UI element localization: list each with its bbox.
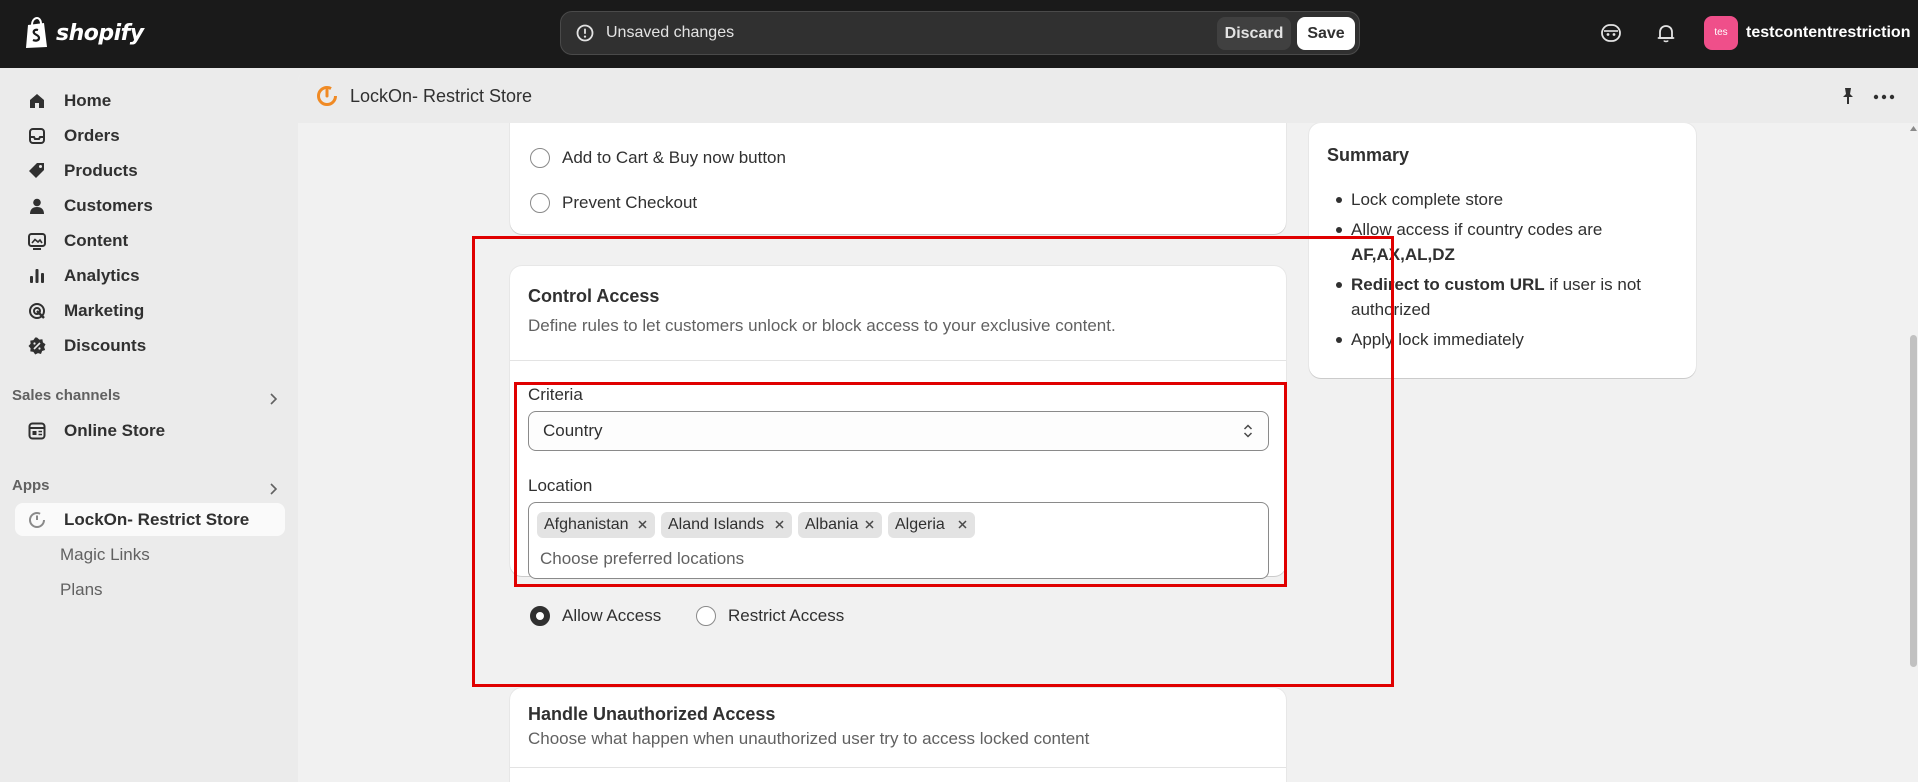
- unsaved-changes-text: Unsaved changes: [606, 24, 735, 41]
- sidebar-item-label: Products: [64, 160, 138, 180]
- bell-icon[interactable]: [1654, 21, 1678, 45]
- chevron-right-icon[interactable]: [268, 392, 278, 406]
- sidebar: Home Orders Products Customers Content A…: [0, 68, 298, 782]
- sidebar-item-content[interactable]: Content: [15, 224, 285, 257]
- shopify-logo[interactable]: shopify: [24, 17, 144, 49]
- brand-name: shopify: [56, 20, 144, 46]
- sidebar-item-products[interactable]: Products: [15, 154, 285, 187]
- radio-add-to-cart[interactable]: [530, 148, 550, 168]
- unauthorized-access-card: Handle Unauthorized Access Choose what h…: [510, 688, 1286, 782]
- apps-header[interactable]: Apps: [12, 477, 50, 494]
- unauthorized-title: Handle Unauthorized Access: [528, 704, 776, 724]
- sidebar-item-lockon-app[interactable]: LockOn- Restrict Store: [15, 503, 285, 536]
- option-label: Prevent Checkout: [562, 193, 698, 212]
- discard-button[interactable]: Discard: [1217, 17, 1291, 50]
- sidebar-item-label: Customers: [64, 195, 153, 215]
- target-icon: [29, 302, 45, 319]
- account-menu[interactable]: tes testcontentrestriction: [1704, 16, 1910, 50]
- sidebar-item-orders[interactable]: Orders: [15, 119, 285, 152]
- unsaved-changes-bar: Unsaved changes Discard Save: [560, 11, 1360, 55]
- annotation-box-inner: [514, 382, 1287, 587]
- avatar: tes: [1704, 16, 1738, 50]
- option-label: Add to Cart & Buy now button: [562, 148, 786, 167]
- sidebar-item-label: Discounts: [64, 335, 147, 355]
- account-name: testcontentrestriction: [1746, 24, 1911, 41]
- sidebar-item-online-store[interactable]: Online Store: [15, 414, 285, 447]
- shopify-bag-icon: [26, 17, 47, 48]
- lockon-app-icon: [29, 511, 45, 528]
- sidebar-item-label: Orders: [64, 125, 120, 145]
- unauthorized-description: Choose what happen when unauthorized use…: [528, 729, 1090, 748]
- chevron-right-icon[interactable]: [268, 482, 278, 496]
- sales-channels-header[interactable]: Sales channels: [12, 387, 120, 404]
- sidebar-item-label: Analytics: [64, 265, 140, 285]
- alert-icon: [576, 24, 594, 42]
- top-bar: shopify Unsaved changes Discard Save tes…: [0, 0, 1918, 68]
- sidebar-item-label: Home: [64, 90, 112, 110]
- save-button[interactable]: Save: [1297, 17, 1355, 50]
- bar-chart-icon: [30, 268, 44, 283]
- sidebar-item-customers[interactable]: Customers: [15, 189, 285, 222]
- sidebar-item-label: Online Store: [64, 420, 166, 440]
- app-header: LockOn- Restrict Store: [298, 68, 1918, 123]
- tag-icon: [29, 162, 44, 178]
- divider: [510, 767, 1286, 768]
- home-icon: [30, 93, 44, 108]
- page-title: LockOn- Restrict Store: [350, 86, 533, 106]
- person-icon: [30, 198, 44, 214]
- discount-icon: [28, 337, 46, 354]
- summary-item: Lock complete store: [1327, 187, 1667, 212]
- image-icon: [28, 232, 46, 250]
- inbox-icon: [29, 127, 45, 144]
- sidebar-item-label: Content: [64, 230, 129, 250]
- more-icon[interactable]: [1873, 94, 1895, 100]
- lock-options-card: Add to Cart & Buy now button Prevent Che…: [510, 123, 1286, 234]
- sidekick-icon[interactable]: [1599, 21, 1623, 45]
- sidebar-item-label: LockOn- Restrict Store: [64, 509, 250, 529]
- summary-title: Summary: [1327, 145, 1410, 165]
- sidebar-item-magic-links[interactable]: Magic Links: [60, 545, 150, 565]
- pin-icon[interactable]: [1838, 86, 1858, 106]
- lockon-logo-icon: [317, 86, 337, 106]
- sidebar-item-discounts[interactable]: Discounts: [15, 329, 285, 362]
- scroll-up-arrow-icon[interactable]: [1909, 124, 1918, 133]
- scrollbar-thumb[interactable]: [1910, 335, 1917, 667]
- sidebar-item-analytics[interactable]: Analytics: [15, 259, 285, 292]
- sidebar-item-home[interactable]: Home: [15, 84, 285, 117]
- sidebar-item-marketing[interactable]: Marketing: [15, 294, 285, 327]
- radio-prevent-checkout[interactable]: [530, 193, 550, 213]
- store-icon: [28, 422, 46, 439]
- sidebar-item-label: Marketing: [64, 300, 145, 320]
- sidebar-item-plans[interactable]: Plans: [60, 580, 103, 600]
